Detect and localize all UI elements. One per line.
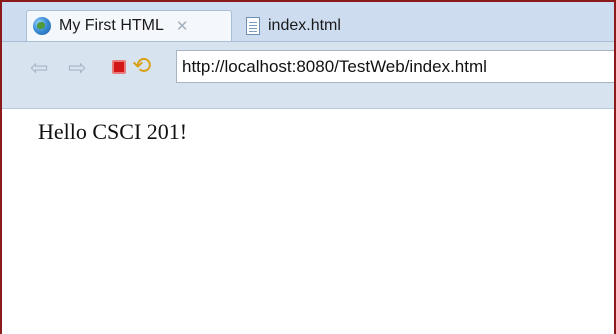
browser-toolbar: ⇦ ⇨ ⟲ http://localhost:8080/TestWeb/inde… — [2, 42, 614, 109]
address-bar[interactable]: http://localhost:8080/TestWeb/index.html — [176, 50, 614, 83]
address-url: http://localhost:8080/TestWeb/index.html — [182, 56, 487, 76]
html-file-icon — [246, 16, 260, 35]
stop-icon[interactable] — [112, 60, 126, 74]
browser-window: My First HTML ✕ index.html ⇦ ⇨ ⟲ http://… — [0, 0, 616, 334]
tab-bar: My First HTML ✕ index.html — [2, 2, 614, 42]
forward-icon[interactable]: ⇨ — [68, 57, 86, 79]
tab-index-html[interactable]: index.html — [246, 10, 406, 41]
tab-label: index.html — [268, 16, 341, 34]
globe-icon — [33, 17, 51, 35]
tab-label: My First HTML — [59, 17, 164, 34]
tab-my-first-html[interactable]: My First HTML ✕ — [26, 10, 232, 41]
back-icon[interactable]: ⇦ — [30, 57, 48, 79]
refresh-icon[interactable]: ⟲ — [132, 52, 151, 79]
page-content-text: Hello CSCI 201! — [38, 119, 188, 144]
close-tab-icon[interactable]: ✕ — [176, 17, 189, 35]
